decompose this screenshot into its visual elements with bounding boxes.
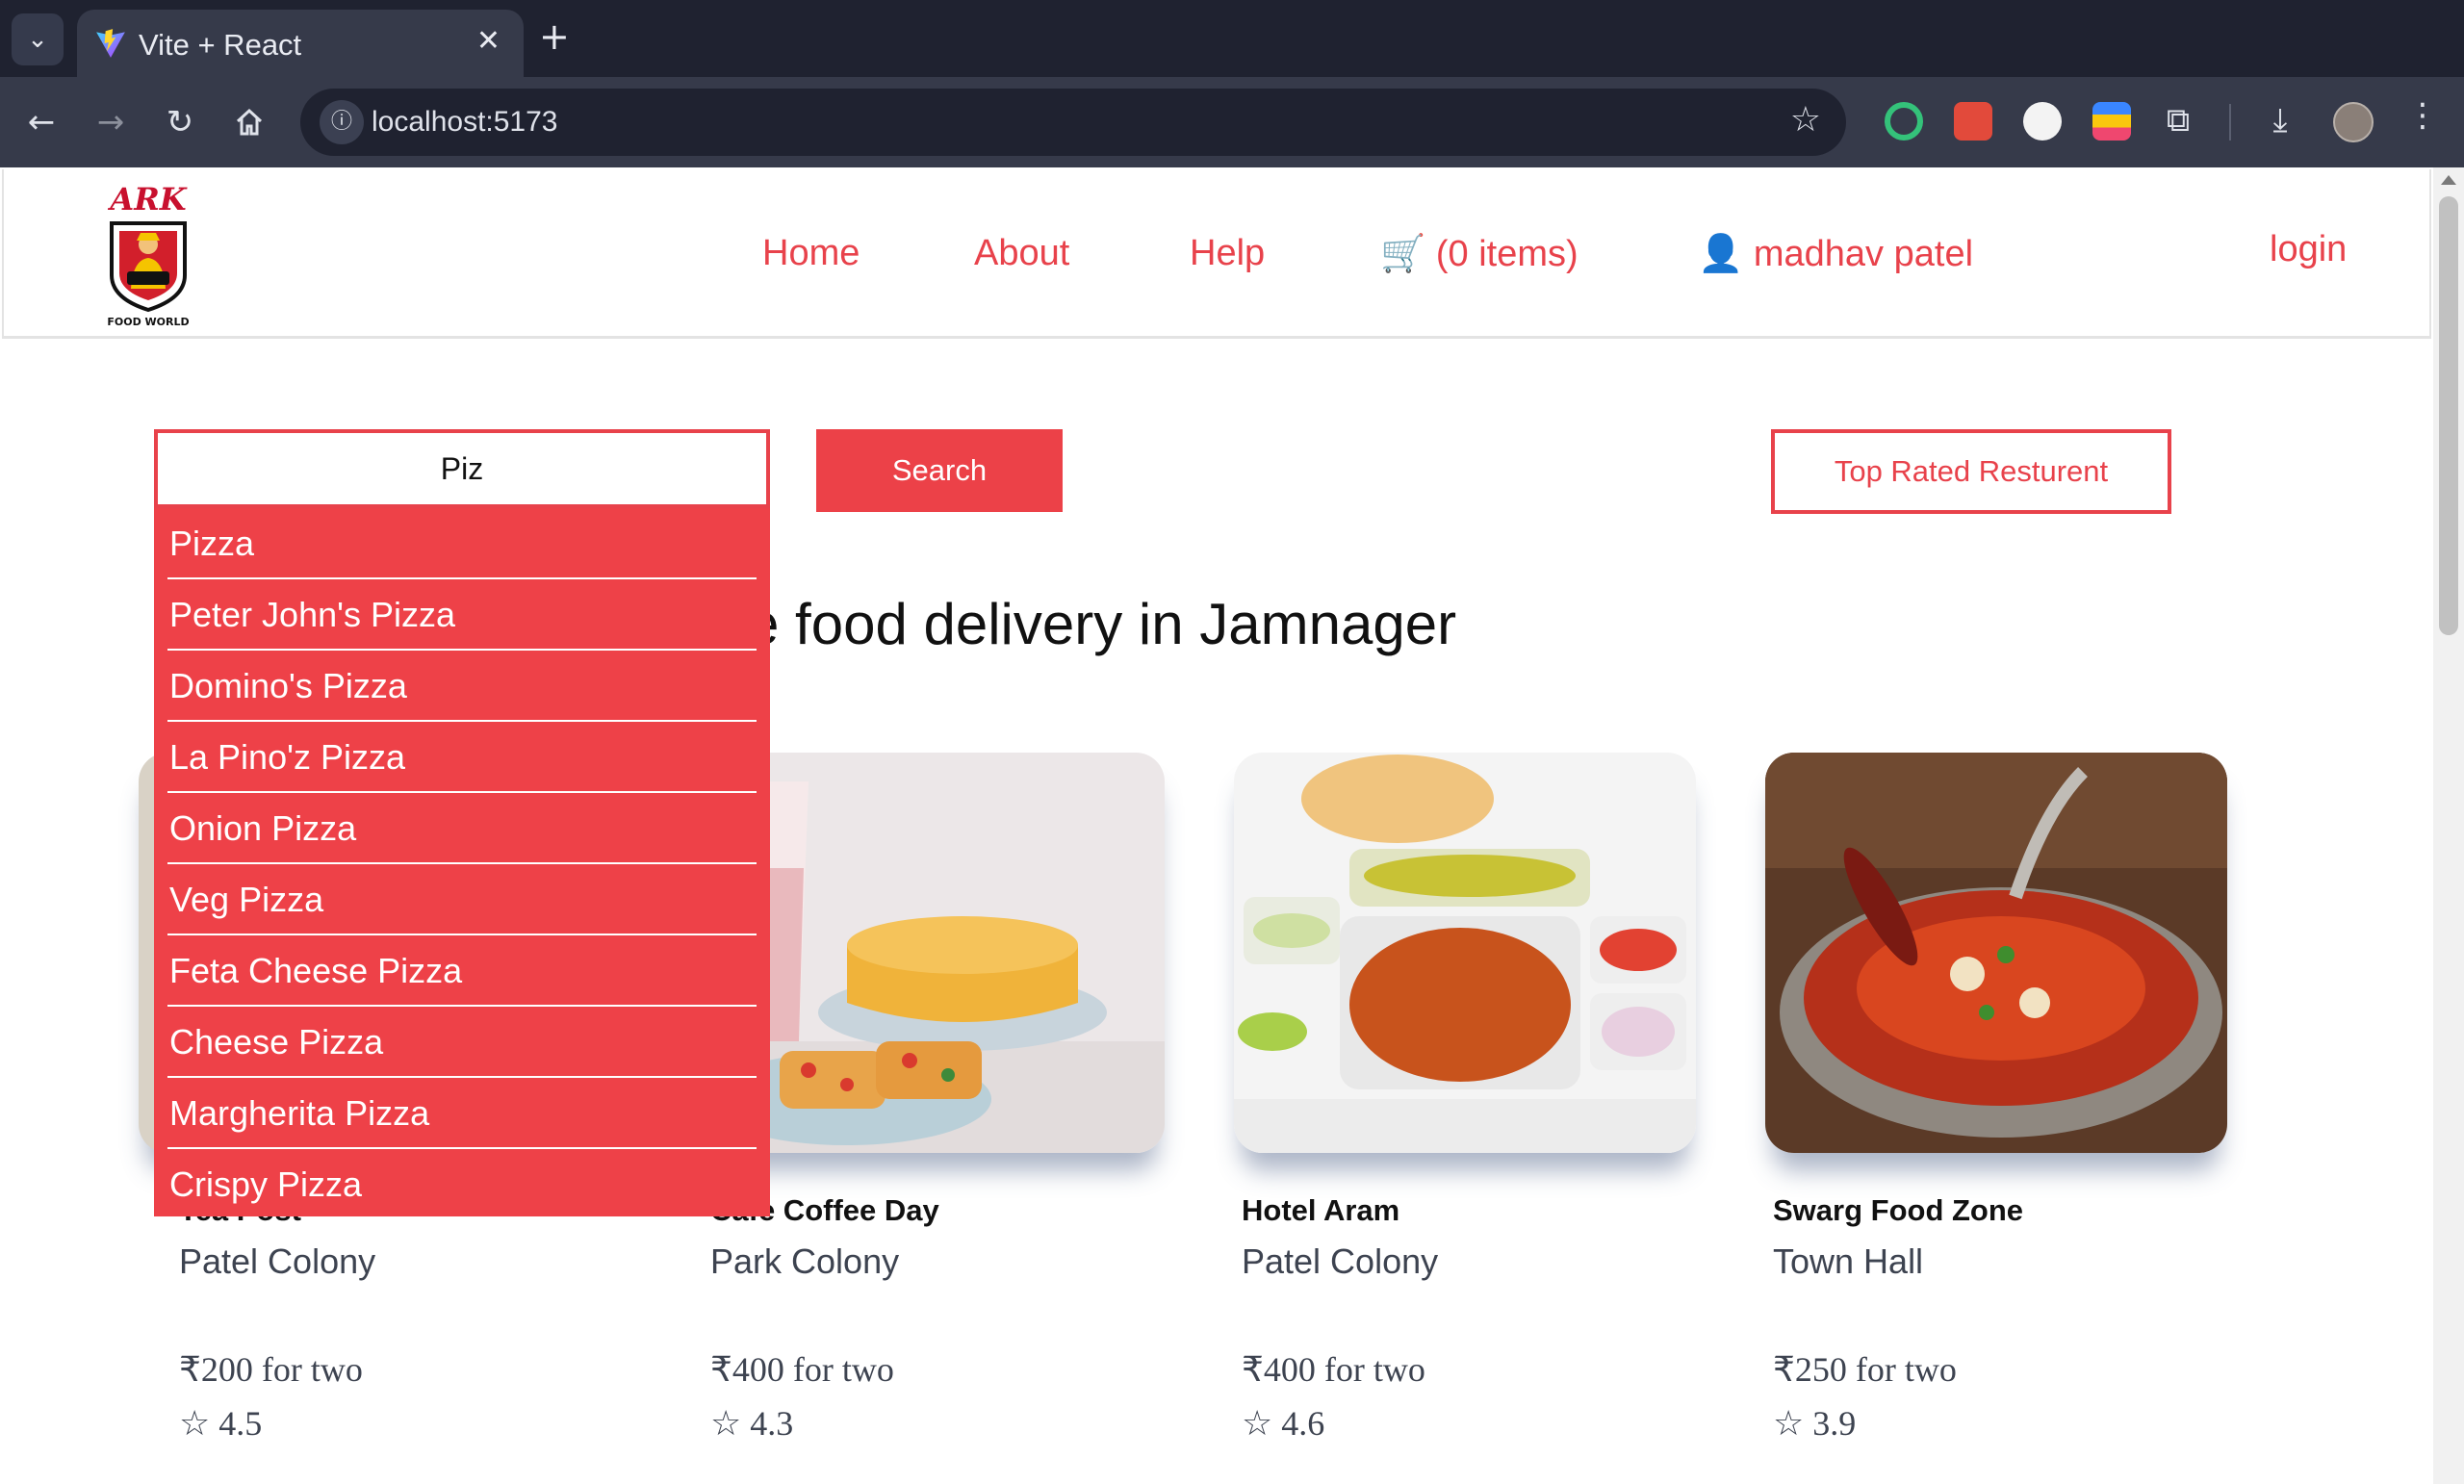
address-bar[interactable]: ⓘ localhost:5173 ☆ xyxy=(300,89,1846,156)
scrollbar-thumb[interactable] xyxy=(2439,196,2458,635)
site-info-icon[interactable]: ⓘ xyxy=(320,100,364,144)
restaurant-card-image[interactable] xyxy=(1765,753,2227,1153)
page-viewport: ARK FOOD WORLD Home About Help 🛒 (0 item… xyxy=(0,167,2433,1484)
restaurant-price: ₹200 for two xyxy=(179,1350,363,1389)
tab-close-icon[interactable]: ✕ xyxy=(476,24,500,58)
scroll-up-arrow-icon[interactable] xyxy=(2441,175,2456,185)
restaurant-card-image[interactable] xyxy=(1234,753,1696,1153)
logo-text: ARK xyxy=(107,183,187,217)
suggestion-item[interactable]: Pizza xyxy=(167,508,757,579)
suggestion-item[interactable]: La Pino'z Pizza xyxy=(167,722,757,793)
nav-help[interactable]: Help xyxy=(1190,233,1265,274)
restaurant-area: Patel Colony xyxy=(1242,1241,1439,1281)
nav-about[interactable]: About xyxy=(974,233,1069,274)
reload-icon[interactable]: ↻ xyxy=(158,100,202,144)
suggestion-item[interactable]: Domino's Pizza xyxy=(167,651,757,722)
extension-paw-icon[interactable] xyxy=(1954,102,1992,141)
restaurant-card-image[interactable] xyxy=(703,753,1165,1153)
restaurant-rating: ☆ 3.9 xyxy=(1773,1404,1857,1443)
extension-target-icon[interactable] xyxy=(1885,102,1923,141)
browser-menu-icon[interactable]: ⋮ xyxy=(2406,96,2439,135)
restaurant-area: Town Hall xyxy=(1773,1241,1924,1281)
suggestion-item[interactable]: Feta Cheese Pizza xyxy=(167,935,757,1007)
restaurant-name: Hotel Aram xyxy=(1242,1193,1400,1227)
browser-tab[interactable]: Vite + React ✕ xyxy=(77,10,524,77)
suggestion-item[interactable]: Peter John's Pizza xyxy=(167,579,757,651)
restaurant-rating: ☆ 4.5 xyxy=(179,1404,263,1443)
toolbar-divider xyxy=(2229,104,2231,141)
tab-search-button[interactable]: ⌄ xyxy=(12,13,64,65)
extensions-puzzle-icon[interactable]: ⧉ xyxy=(2156,98,2200,142)
restaurant-name: Swarg Food Zone xyxy=(1773,1193,2024,1227)
url-text: localhost:5173 xyxy=(372,106,558,138)
downloads-icon[interactable]: ⤓ xyxy=(2258,98,2302,142)
nav-user[interactable]: 👤 madhav patel xyxy=(1698,233,1973,275)
search-input[interactable]: Piz xyxy=(154,429,770,508)
extension-json-icon[interactable] xyxy=(2023,102,2062,141)
home-icon[interactable] xyxy=(227,100,271,144)
suggestion-item[interactable]: Margherita Pizza xyxy=(167,1078,757,1149)
site-header: ARK FOOD WORLD Home About Help 🛒 (0 item… xyxy=(2,169,2431,339)
forward-icon[interactable]: → xyxy=(89,100,133,144)
bookmark-star-icon[interactable]: ☆ xyxy=(1790,100,1821,140)
nav-login[interactable]: login xyxy=(2270,229,2347,270)
back-icon[interactable]: ← xyxy=(19,100,64,144)
suggestion-item[interactable]: Onion Pizza xyxy=(167,793,757,864)
restaurant-price: ₹250 for two xyxy=(1773,1350,1957,1389)
vite-favicon-icon xyxy=(96,29,125,58)
suggestion-item[interactable]: Veg Pizza xyxy=(167,864,757,935)
restaurant-rating: ☆ 4.6 xyxy=(1242,1404,1325,1443)
restaurant-rating: ☆ 4.3 xyxy=(710,1404,794,1443)
new-tab-icon[interactable]: + xyxy=(539,15,570,58)
search-button[interactable]: Search xyxy=(816,429,1063,512)
suggestion-item[interactable]: Crispy Pizza xyxy=(167,1149,757,1220)
nav-home[interactable]: Home xyxy=(762,233,860,274)
top-rated-button[interactable]: Top Rated Resturent xyxy=(1771,429,2171,514)
extension-colorzilla-icon[interactable] xyxy=(2092,102,2131,141)
search-suggestions-dropdown: Pizza Peter John's Pizza Domino's Pizza … xyxy=(154,508,770,1216)
restaurant-area: Patel Colony xyxy=(179,1241,376,1281)
page-heading-text: e food delivery in Jamnager xyxy=(747,592,1457,656)
suggestion-item[interactable]: Cheese Pizza xyxy=(167,1007,757,1078)
ark-food-world-logo[interactable]: ARK FOOD WORLD xyxy=(98,183,198,327)
restaurant-price: ₹400 for two xyxy=(1242,1350,1425,1389)
logo-subtext: FOOD WORLD xyxy=(107,316,189,327)
tab-title: Vite + React xyxy=(139,28,302,62)
nav-cart[interactable]: 🛒 (0 items) xyxy=(1380,233,1578,275)
restaurant-area: Park Colony xyxy=(710,1241,900,1281)
browser-toolbar: ← → ↻ ⓘ localhost:5173 ☆ ⧉ ⤓ ⋮ xyxy=(0,77,2464,167)
page-scrollbar[interactable] xyxy=(2433,167,2464,1484)
browser-tab-strip: ⌄ Vite + React ✕ + xyxy=(0,0,2464,77)
profile-avatar[interactable] xyxy=(2333,102,2374,142)
restaurant-price: ₹400 for two xyxy=(710,1350,894,1389)
